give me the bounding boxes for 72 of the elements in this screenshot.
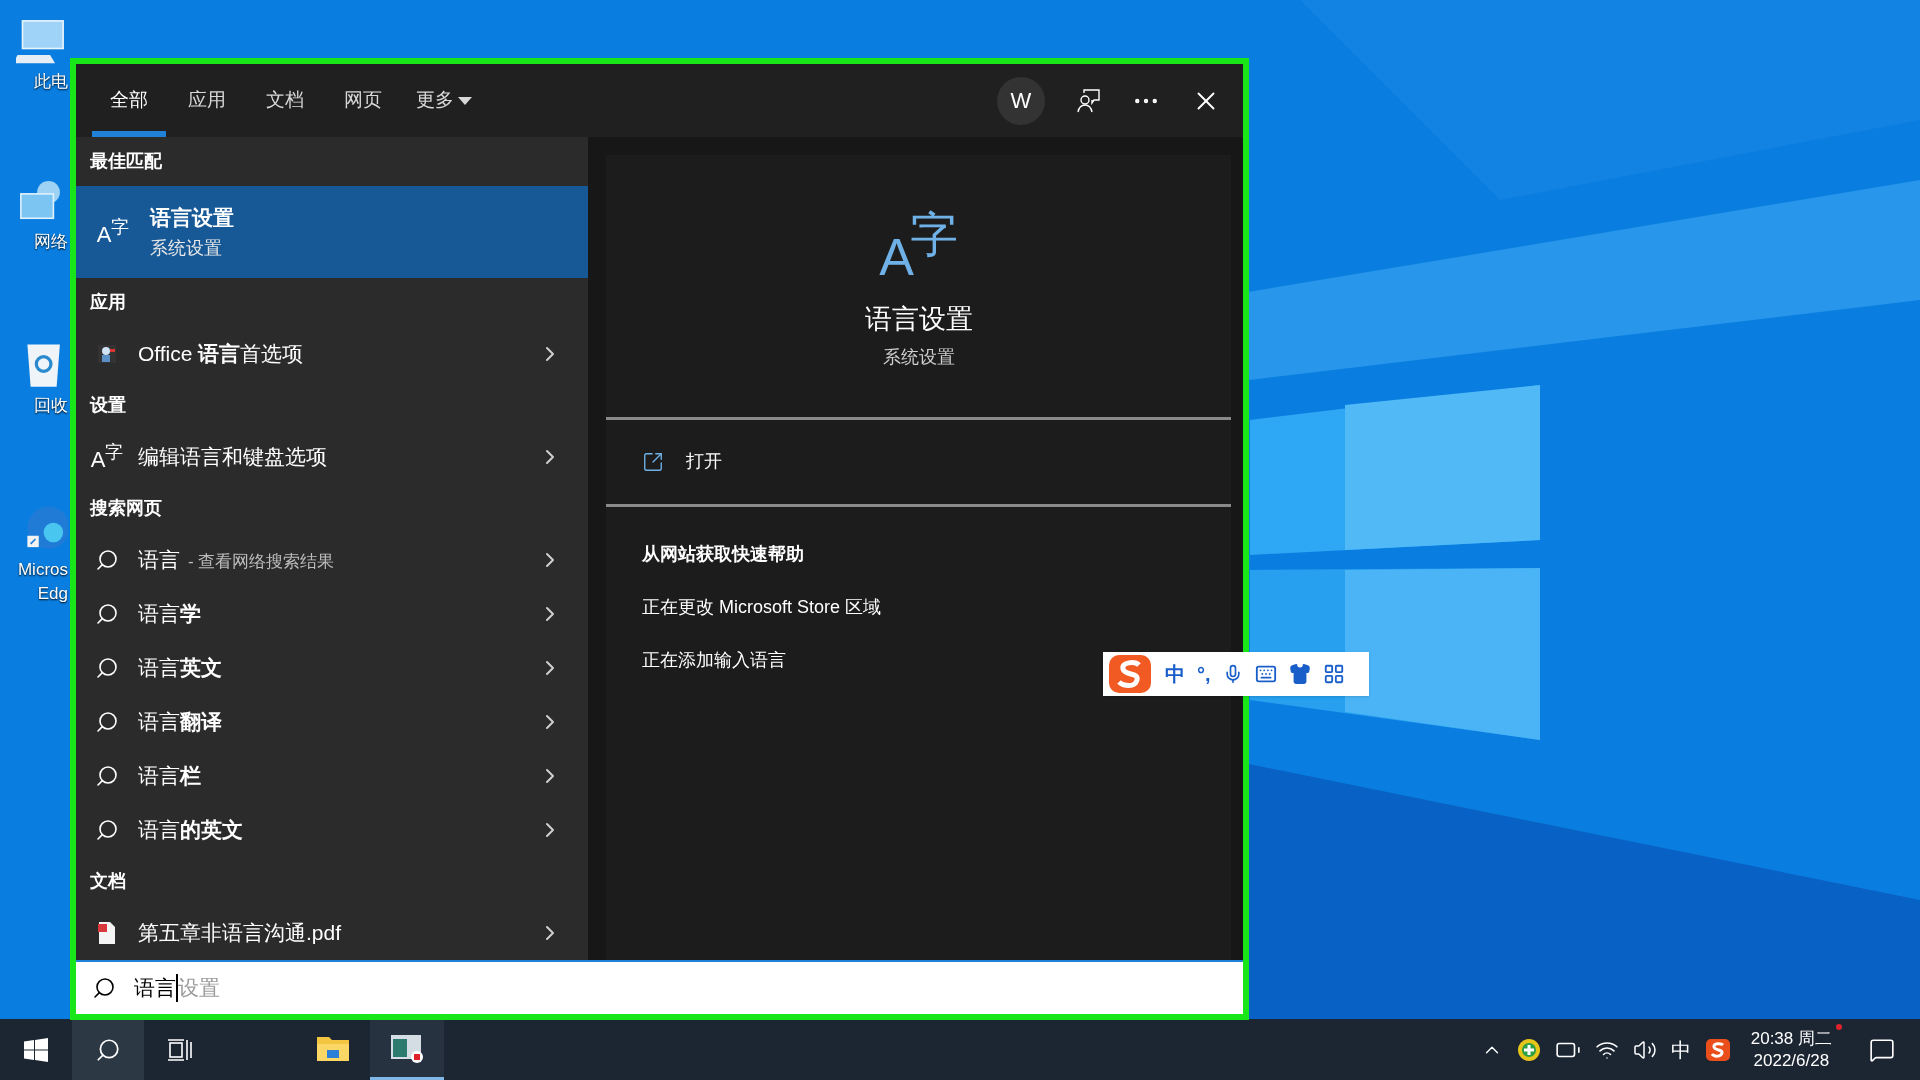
taskbar-app[interactable] <box>370 1019 444 1080</box>
preview-subtitle: 系统设置 <box>882 345 955 369</box>
search-icon <box>95 656 119 680</box>
desktop-icon-label[interactable]: 网络 <box>34 230 68 254</box>
result-title: 语言栏 <box>138 763 201 790</box>
section-heading: 应用 <box>90 291 126 314</box>
result-item[interactable]: Office 语言首选项 <box>76 327 588 381</box>
search-text: 语言 <box>134 975 176 1002</box>
result-title: 编辑语言和键盘选项 <box>138 444 327 471</box>
result-title: 第五章非语言沟通.pdf <box>138 920 342 947</box>
search-icon <box>95 818 119 842</box>
search-button[interactable] <box>72 1019 144 1080</box>
result-title: 语言翻译 <box>138 709 222 736</box>
open-icon <box>642 450 664 473</box>
app-window-icon <box>390 1033 424 1063</box>
desktop-icon-label[interactable]: 此电 <box>34 70 68 94</box>
ime-punctuation[interactable]: °, <box>1197 659 1211 689</box>
search-icon <box>95 602 119 626</box>
result-title: 语言 <box>138 547 180 574</box>
result-item[interactable]: 语言翻译 <box>76 695 588 749</box>
result-item[interactable]: 语言 - 查看网络搜索结果 <box>76 533 588 587</box>
grid-icon[interactable] <box>1322 663 1345 685</box>
search-icon <box>95 1036 121 1063</box>
result-subtitle: 系统设置 <box>150 237 223 261</box>
language-icon: A字 <box>879 211 958 283</box>
keyboard-icon[interactable] <box>1254 663 1277 685</box>
task-view-icon <box>167 1037 193 1062</box>
desktop-icon-label[interactable]: Micros Edg <box>17 558 68 606</box>
result-title: 语言英文 <box>138 655 222 682</box>
search-suggestion: 设置 <box>178 975 220 1002</box>
caret-icon <box>458 96 472 105</box>
result-note: - 查看网络搜索结果 <box>188 551 335 574</box>
folder-icon <box>316 1034 350 1062</box>
clock[interactable]: 20:38 周二 2022/6/28 <box>1744 1027 1838 1072</box>
search-field[interactable]: 语言设置 <box>76 960 1243 1014</box>
section-heading: 最佳匹配 <box>90 150 162 173</box>
notifications-icon <box>1869 1036 1895 1063</box>
section-heading: 设置 <box>90 394 126 417</box>
desktop-icon-label[interactable]: 回收 <box>34 394 68 418</box>
help-link[interactable]: 正在添加输入语言 <box>642 646 786 674</box>
result-item[interactable]: 语言栏 <box>76 749 588 803</box>
result-title: 语言的英文 <box>138 817 243 844</box>
search-icon <box>95 710 119 734</box>
more-tab[interactable]: 更多 <box>404 64 484 137</box>
input-method-indicator[interactable]: 中 <box>1670 1034 1691 1065</box>
ime-logo[interactable] <box>1704 1036 1731 1063</box>
result-title: 语言学 <box>138 601 201 628</box>
result-item[interactable]: 语言英文 <box>76 641 588 695</box>
result-title: Office 语言首选项 <box>138 341 304 368</box>
search-icon <box>95 764 119 788</box>
tab[interactable]: 应用 <box>170 64 244 137</box>
tab[interactable]: 文档 <box>248 64 322 137</box>
feedback-icon[interactable] <box>1075 87 1101 114</box>
pdf-file-icon <box>97 921 117 945</box>
avatar[interactable]: W <box>997 76 1045 125</box>
search-icon <box>92 976 116 1000</box>
windows-logo-icon <box>24 1037 48 1062</box>
ime-mode[interactable]: 中 <box>1165 659 1185 689</box>
section-heading: 搜索网页 <box>90 497 162 520</box>
result-item[interactable]: 第五章非语言沟通.pdf <box>76 906 588 960</box>
open-action[interactable]: 打开 <box>606 419 1231 504</box>
help-link[interactable]: 正在更改 Microsoft Store 区域 <box>642 593 882 621</box>
preview-title: 语言设置 <box>864 303 973 336</box>
help-heading: 从网站获取快速帮助 <box>642 542 805 566</box>
result-title: 语言设置 <box>150 204 234 231</box>
section-heading: 文档 <box>90 870 126 893</box>
result-item[interactable]: 语言的英文 <box>76 803 588 857</box>
tab[interactable]: 网页 <box>326 64 400 137</box>
result-item[interactable]: 语言学 <box>76 587 588 641</box>
search-icon <box>95 548 119 572</box>
figure-icon <box>96 343 118 365</box>
shirt-icon[interactable] <box>1288 663 1311 685</box>
